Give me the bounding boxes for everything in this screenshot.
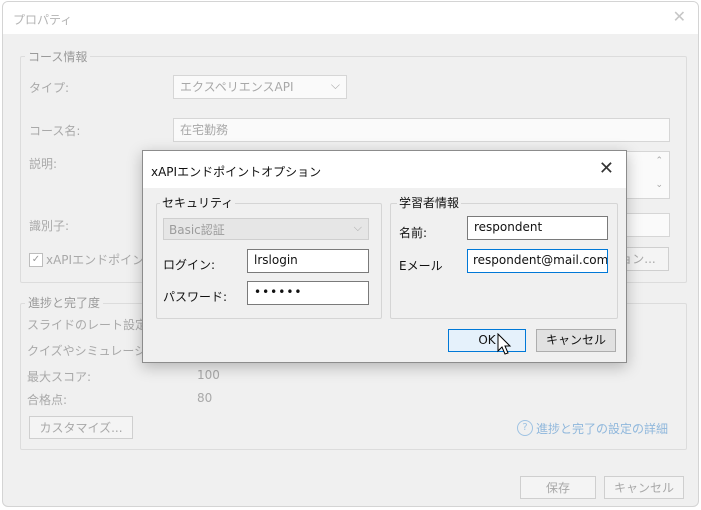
name-input[interactable]: respondent bbox=[467, 216, 608, 240]
progress-details-link[interactable]: 進捗と完了の設定の詳細 bbox=[536, 420, 668, 437]
auth-type-value: Basic認証 bbox=[169, 223, 225, 237]
ok-button[interactable]: OK bbox=[448, 329, 526, 352]
security-group-label: セキュリティ bbox=[160, 194, 236, 211]
passing-label: 合格点: bbox=[27, 393, 68, 407]
progress-label: 進捗と完了度 bbox=[25, 294, 104, 311]
close-icon[interactable]: ✕ bbox=[673, 7, 686, 26]
login-label: ログイン: bbox=[163, 258, 216, 272]
course-name-label: コース名: bbox=[29, 124, 81, 138]
email-label: Eメール bbox=[399, 259, 443, 273]
scroll-down-icon[interactable]: ⌄ bbox=[655, 180, 663, 190]
password-input[interactable]: •••••• bbox=[247, 281, 369, 305]
chevron-down-icon: ⌵ bbox=[353, 221, 362, 234]
properties-title: プロパティ bbox=[13, 13, 73, 27]
email-input[interactable]: respondent@mail.com bbox=[467, 249, 608, 273]
type-label: タイプ: bbox=[29, 81, 70, 95]
email-value: respondent@mail.com bbox=[473, 253, 608, 267]
max-score-label: 最大スコア: bbox=[27, 370, 92, 384]
login-input[interactable]: lrslogin bbox=[247, 249, 369, 273]
course-name-input[interactable]: 在宅勤務 bbox=[173, 118, 670, 142]
passing-value: 80 bbox=[197, 391, 213, 405]
mouse-pointer-icon bbox=[497, 333, 512, 355]
name-value: respondent bbox=[474, 220, 543, 234]
course-name-value: 在宅勤務 bbox=[180, 123, 229, 137]
help-icon: ? bbox=[517, 420, 533, 436]
name-label: 名前: bbox=[399, 226, 428, 240]
identifier-label: 識別子: bbox=[29, 219, 70, 233]
description-label: 説明: bbox=[29, 157, 58, 171]
max-score-value: 100 bbox=[197, 368, 220, 382]
dialog-title: xAPIエンドポイントオプション bbox=[151, 165, 322, 179]
login-value: lrslogin bbox=[254, 253, 298, 267]
chevron-down-icon: ⌵ bbox=[330, 78, 340, 92]
type-select-value: エクスペリエンスAPI bbox=[180, 80, 294, 94]
xapi-options-dialog: xAPIエンドポイントオプション ✕ セキュリティ Basic認証 ⌵ ログイン… bbox=[142, 150, 627, 363]
save-button[interactable]: 保存 bbox=[520, 476, 596, 499]
xapi-checkbox[interactable]: ✓ bbox=[29, 253, 43, 267]
type-select[interactable]: エクスペリエンスAPI ⌵ bbox=[173, 75, 347, 99]
dialog-titlebar: xAPIエンドポイントオプション ✕ bbox=[143, 151, 626, 188]
dialog-cancel-button[interactable]: キャンセル bbox=[536, 329, 616, 352]
learner-group-label: 学習者情報 bbox=[397, 194, 462, 211]
properties-titlebar: プロパティ ✕ bbox=[3, 2, 698, 34]
close-icon[interactable]: ✕ bbox=[599, 158, 614, 179]
customize-button[interactable]: カスタマイズ... bbox=[29, 416, 133, 439]
password-value: •••••• bbox=[254, 285, 303, 299]
course-info-label: コース情報 bbox=[25, 48, 91, 65]
password-label: パスワード: bbox=[163, 290, 228, 304]
slide-rate-label: スライドのレート設定: bbox=[27, 318, 152, 332]
scroll-up-icon[interactable]: ⌃ bbox=[655, 156, 663, 166]
auth-type-select[interactable]: Basic認証 ⌵ bbox=[163, 218, 369, 240]
cancel-button[interactable]: キャンセル bbox=[604, 476, 684, 499]
